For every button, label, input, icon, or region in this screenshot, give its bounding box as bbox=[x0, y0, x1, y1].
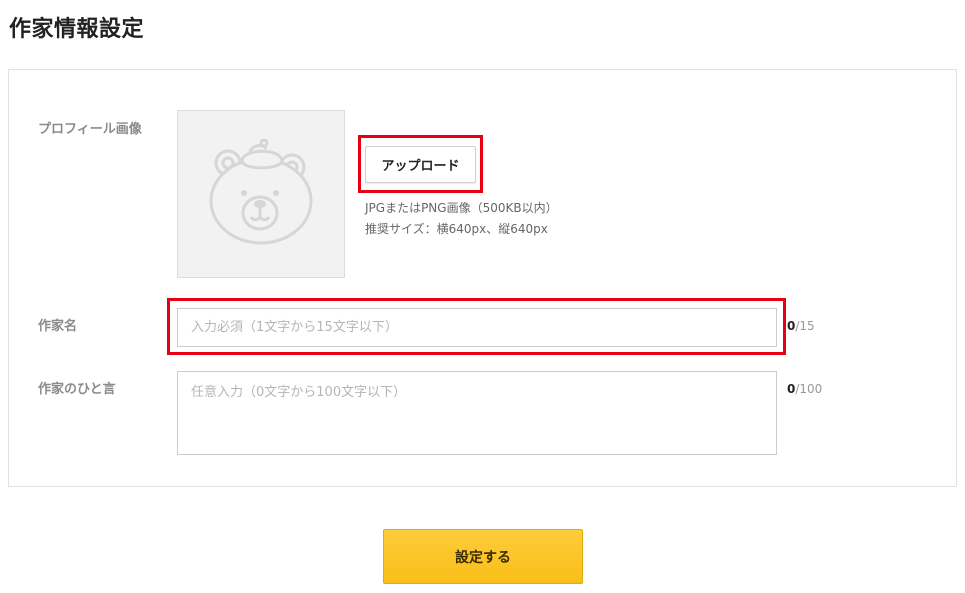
page-title: 作家情報設定 bbox=[9, 17, 145, 42]
author-name-char-counter: 0/15 bbox=[787, 318, 815, 334]
author-name-label: 作家名 bbox=[38, 319, 78, 334]
profile-image-preview bbox=[177, 110, 345, 278]
author-bio-label: 作家のひと言 bbox=[38, 382, 116, 397]
author-bio-count-max: /100 bbox=[795, 382, 823, 396]
image-size-hint: 推奨サイズ：横640px、縦640px bbox=[365, 222, 548, 236]
submit-settings-button[interactable]: 設定する bbox=[383, 529, 583, 584]
author-bio-textarea[interactable] bbox=[177, 371, 777, 455]
author-bio-char-counter: 0/100 bbox=[787, 381, 822, 397]
upload-button[interactable]: アップロード bbox=[365, 146, 476, 183]
author-name-count-max: /15 bbox=[795, 319, 815, 333]
bear-avatar-placeholder-icon bbox=[209, 139, 313, 245]
profile-image-label: プロフィール画像 bbox=[38, 122, 142, 137]
author-name-input[interactable] bbox=[177, 308, 777, 347]
image-format-hint: JPGまたはPNG画像（500KB以内） bbox=[365, 201, 558, 215]
